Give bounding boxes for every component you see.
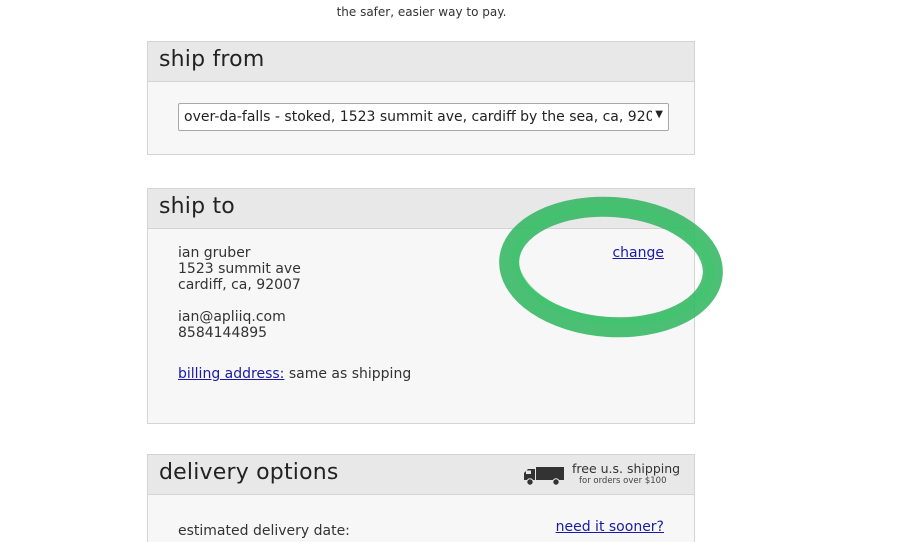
truck-icon [524, 467, 564, 486]
ship-from-selected-value: over-da-falls - stoked, 1523 summit ave,… [184, 109, 652, 125]
delivery-options-panel: delivery options free u.s. shipping for … [147, 454, 695, 542]
recipient-street: 1523 summit ave [178, 261, 301, 277]
dropdown-arrow-icon: ▼ [655, 109, 663, 120]
ship-to-panel: ship to ian gruber 1523 summit ave cardi… [147, 188, 695, 424]
billing-address-row: billing address: same as shipping [178, 366, 411, 382]
ship-from-title: ship from [159, 47, 265, 72]
free-shipping-subtext: for orders over $100 [579, 476, 667, 486]
ship-from-select[interactable]: over-da-falls - stoked, 1523 summit ave,… [178, 103, 669, 131]
delivery-options-title: delivery options [159, 460, 339, 485]
billing-address-value: same as shipping [288, 366, 412, 382]
checkout-page: the safer, easier way to pay. ship from … [0, 0, 909, 542]
estimated-delivery-label: estimated delivery date: [178, 523, 350, 539]
billing-address-link[interactable]: billing address: [178, 366, 284, 382]
recipient-email: ian@apliiq.com [178, 309, 286, 325]
ship-from-panel: ship from over-da-falls - stoked, 1523 s… [147, 41, 695, 155]
free-shipping-badge: free u.s. shipping for orders over $100 [522, 461, 682, 489]
need-it-sooner-link[interactable]: need it sooner? [556, 519, 664, 535]
ship-to-header: ship to [148, 189, 694, 229]
ship-from-header: ship from [148, 42, 694, 82]
recipient-city: cardiff, ca, 92007 [178, 277, 301, 293]
ship-to-title: ship to [159, 194, 235, 219]
recipient-phone: 8584144895 [178, 325, 268, 341]
free-shipping-text: free u.s. shipping [572, 461, 681, 476]
paypal-tagline: the safer, easier way to pay. [336, 5, 507, 19]
recipient-name: ian gruber [178, 245, 251, 261]
change-address-link[interactable]: change [612, 245, 664, 261]
delivery-options-header: delivery options free u.s. shipping for … [148, 455, 694, 495]
